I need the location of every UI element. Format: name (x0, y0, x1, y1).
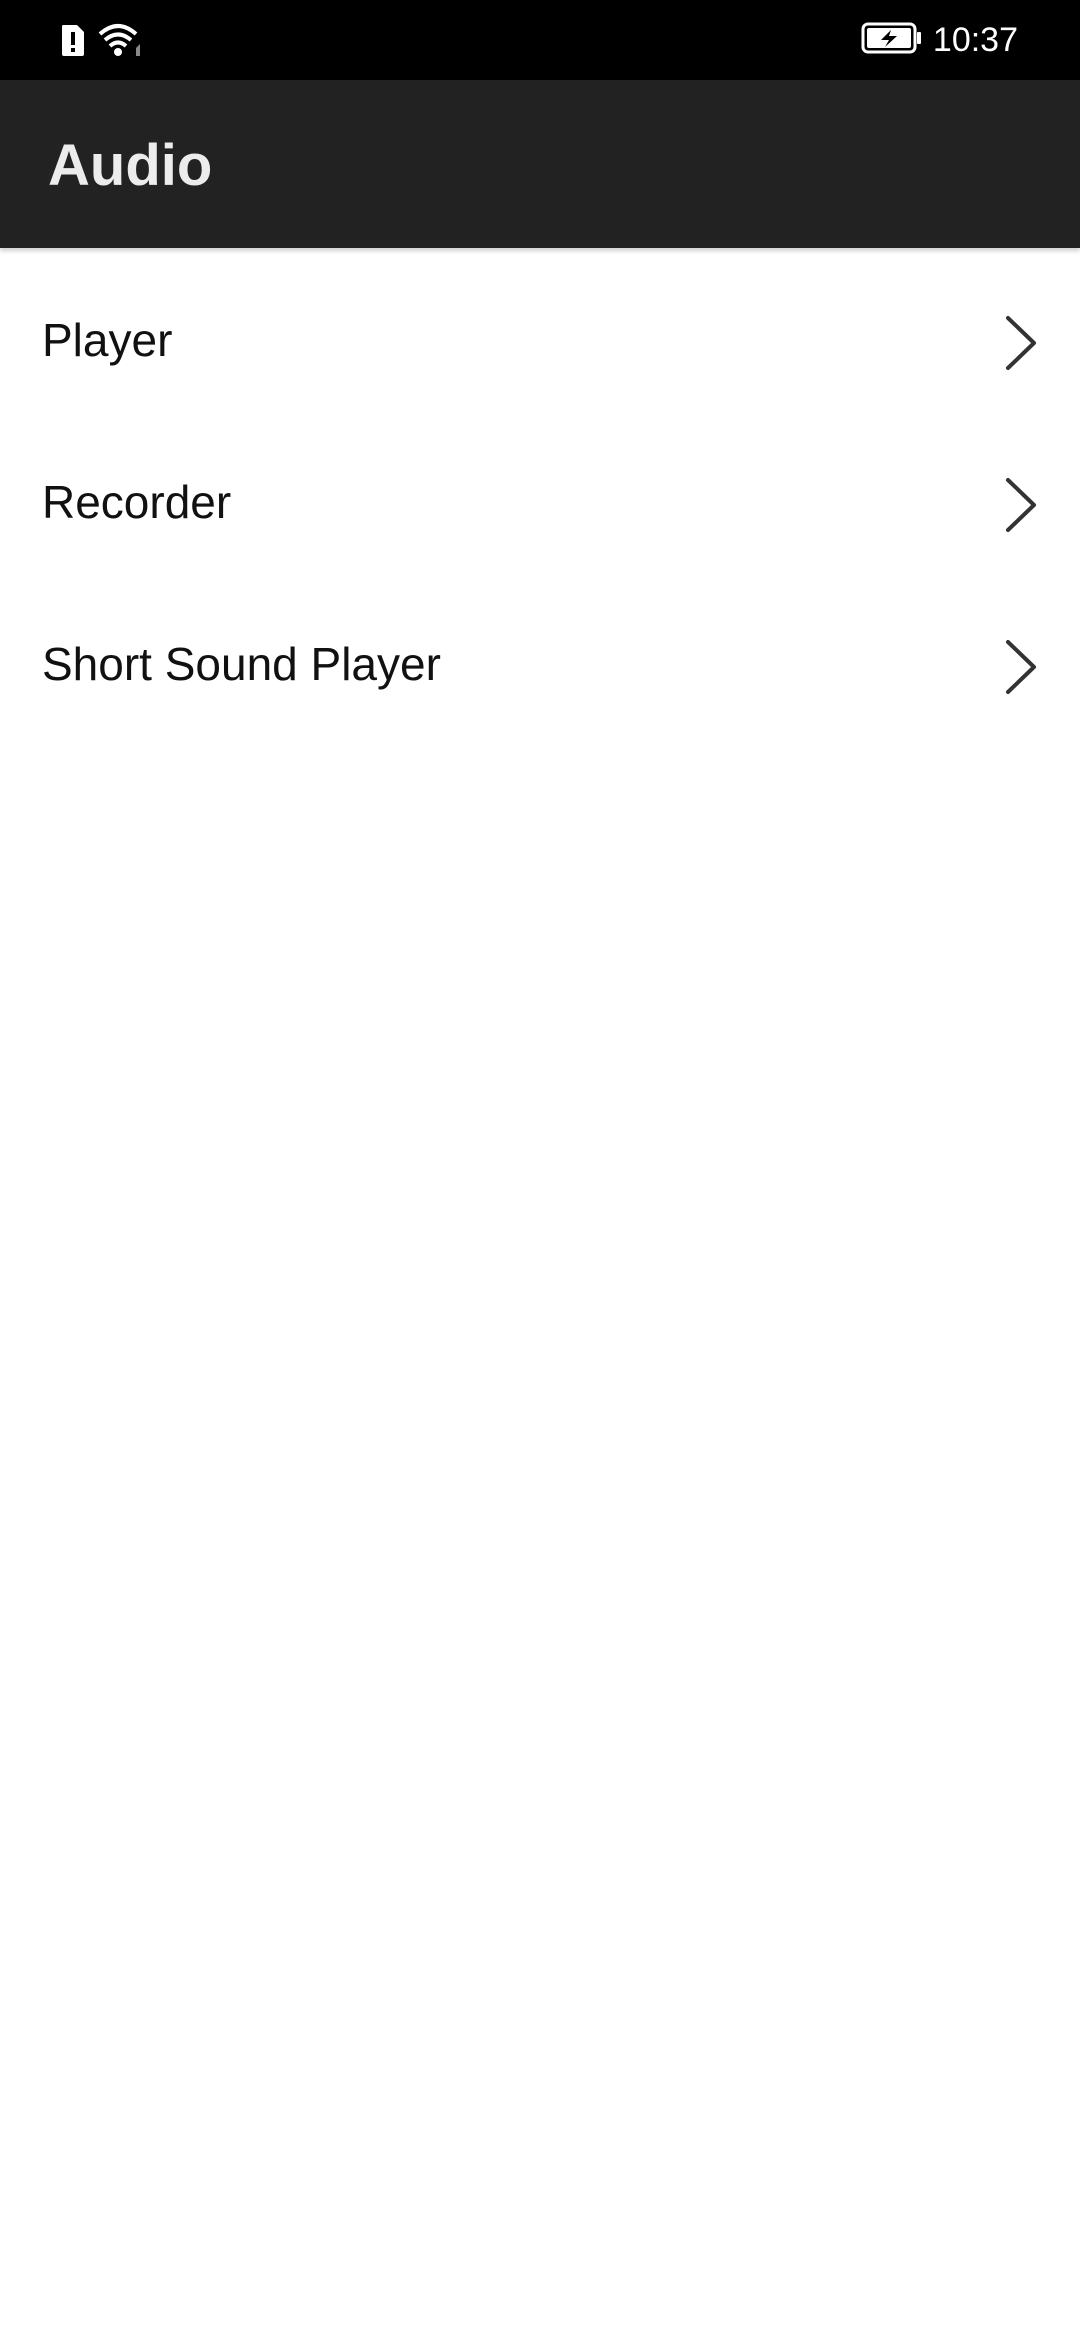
menu-item-player[interactable]: Player (0, 262, 1080, 424)
menu-item-label: Short Sound Player (42, 638, 441, 690)
chevron-right-icon (1006, 640, 1036, 694)
battery-charging-icon (861, 21, 923, 60)
chevron-right-icon (1006, 478, 1036, 532)
status-bar: 10:37 (0, 0, 1080, 80)
menu-item-label: Recorder (42, 476, 232, 528)
menu-item-label: Player (42, 314, 173, 366)
page-title: Audio (48, 133, 213, 198)
wifi-icon (96, 22, 144, 63)
status-time: 10:37 (932, 21, 1018, 59)
status-icons-left (60, 22, 144, 62)
menu-list: Player Recorder Short Sound Player (0, 262, 1080, 748)
app-bar: Audio (0, 80, 1080, 248)
status-icons-right: 10:37 (861, 18, 1018, 62)
alert-icon (60, 23, 86, 62)
menu-item-recorder[interactable]: Recorder (0, 424, 1080, 586)
chevron-right-icon (1006, 316, 1036, 370)
menu-item-short-sound-player[interactable]: Short Sound Player (0, 586, 1080, 748)
